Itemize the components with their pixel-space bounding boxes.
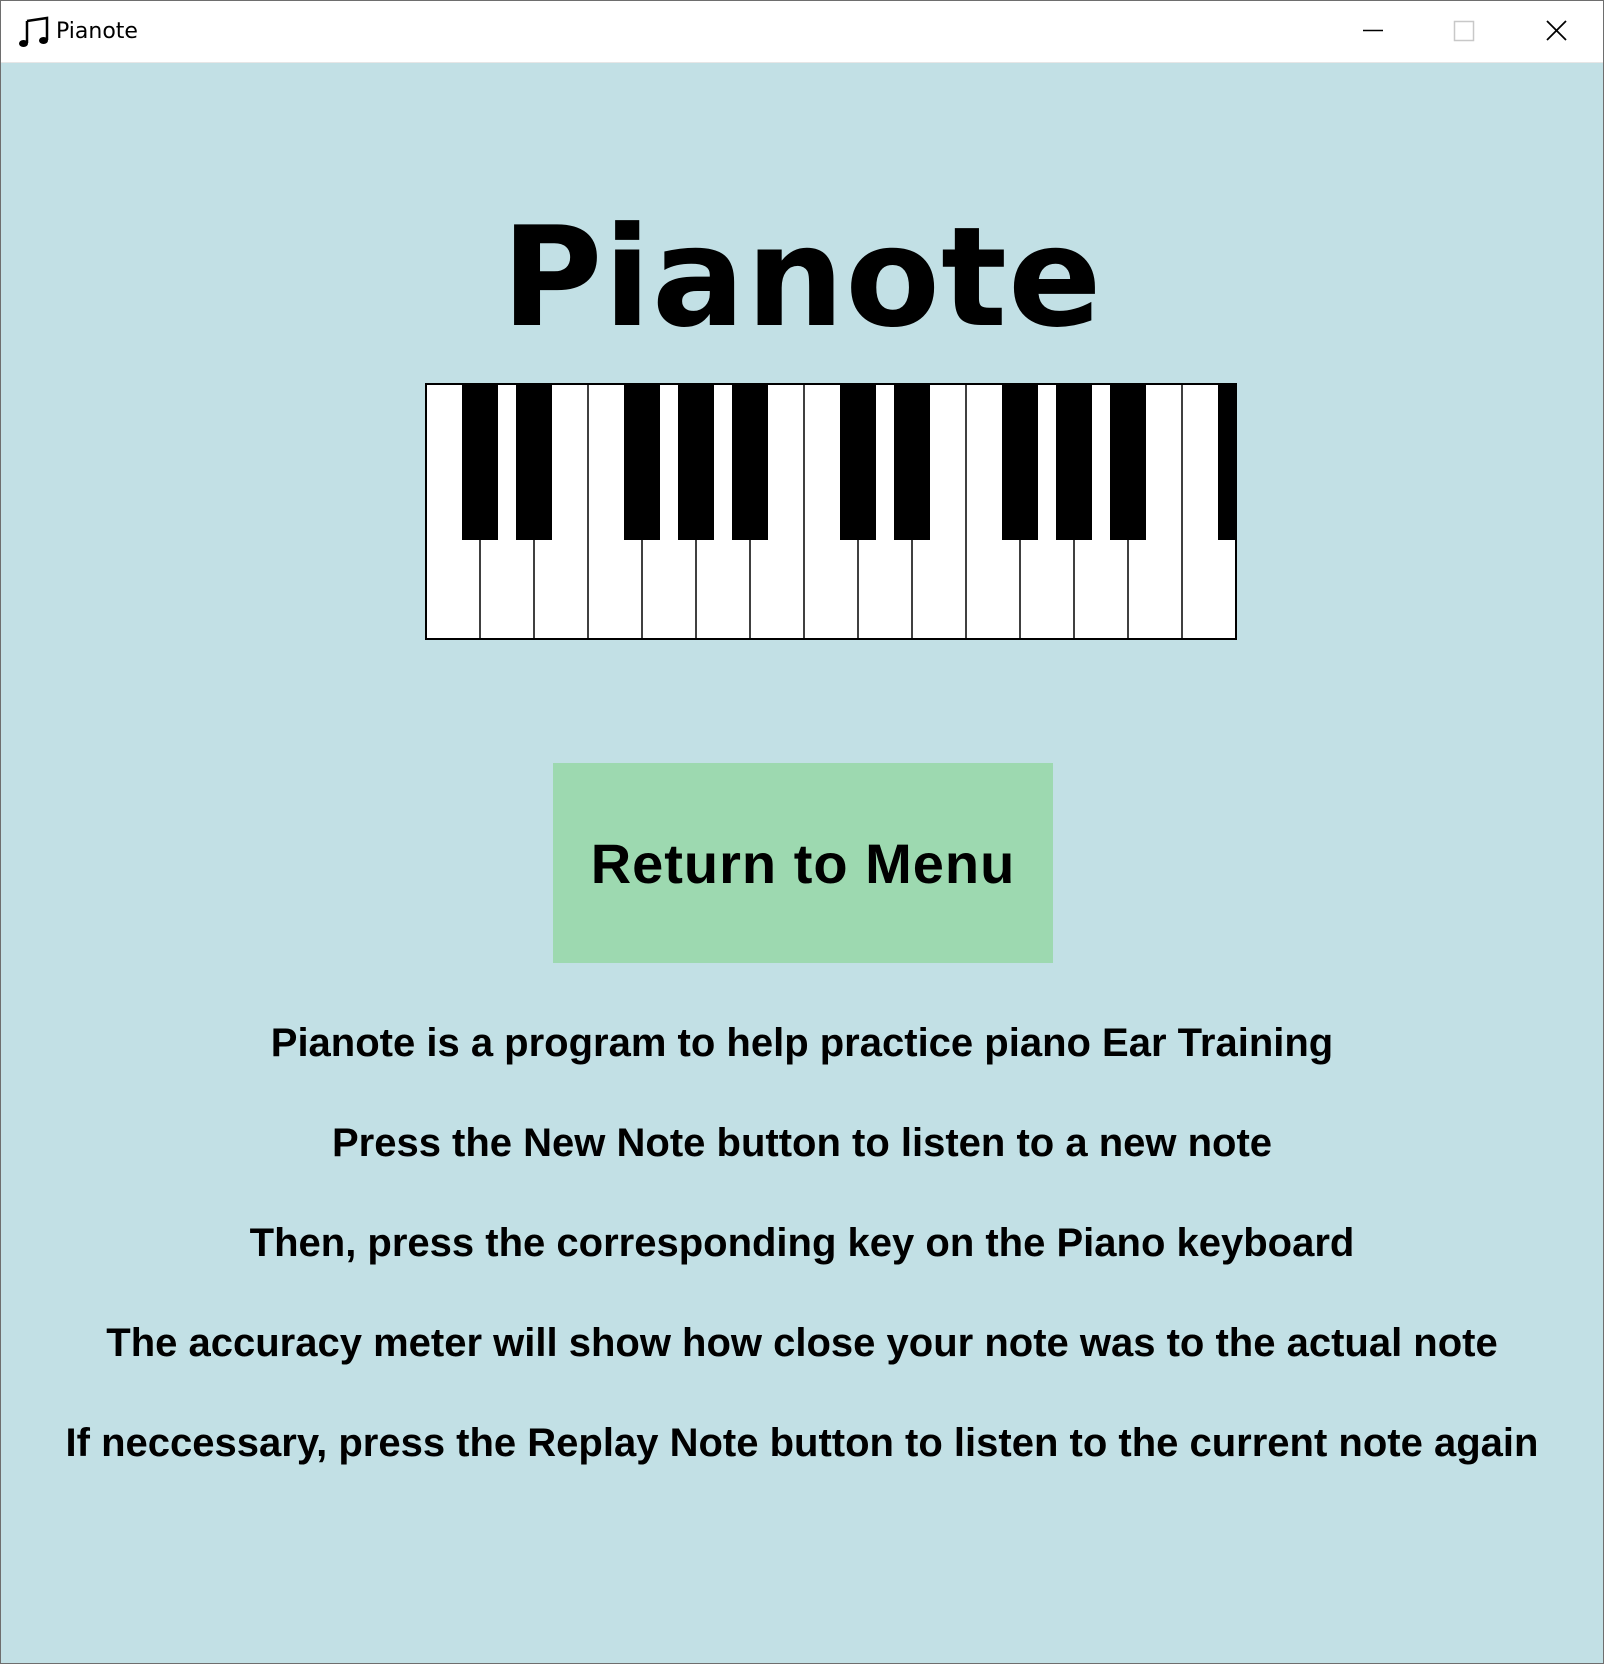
main-content: Pianote Return to Menu Pianote is a prog… xyxy=(1,63,1603,1663)
instruction-line: The accuracy meter will show how close y… xyxy=(106,1321,1498,1365)
minimize-button[interactable] xyxy=(1327,1,1419,61)
instruction-line: Then, press the corresponding key on the… xyxy=(249,1221,1355,1265)
close-icon xyxy=(1546,20,1567,41)
window-title: Pianote xyxy=(56,19,138,44)
black-key xyxy=(516,384,552,540)
black-key xyxy=(1218,384,1236,540)
close-button[interactable] xyxy=(1511,1,1603,61)
maximize-icon xyxy=(1453,20,1475,42)
maximize-button[interactable] xyxy=(1419,1,1511,61)
return-to-menu-button[interactable]: Return to Menu xyxy=(553,763,1053,963)
black-key xyxy=(894,384,930,540)
app-heading: Pianote xyxy=(501,197,1103,358)
black-key xyxy=(1002,384,1038,540)
instruction-line: Pianote is a program to help practice pi… xyxy=(270,1021,1334,1065)
return-to-menu-label: Return to Menu xyxy=(590,831,1016,895)
black-key xyxy=(1056,384,1092,540)
instruction-line: If neccessary, press the Replay Note but… xyxy=(65,1421,1539,1465)
black-key xyxy=(462,384,498,540)
piano-keyboard-illustration xyxy=(425,383,1237,640)
instruction-line: Press the New Note button to listen to a… xyxy=(331,1121,1273,1165)
black-key xyxy=(840,384,876,540)
title-bar[interactable]: Pianote xyxy=(1,1,1603,63)
instructions-list: Pianote is a program to help practice pi… xyxy=(1,993,1603,1493)
app-window: Pianote Pianote Return to Menu Pianote i… xyxy=(0,0,1604,1664)
black-key xyxy=(1110,384,1146,540)
music-note-icon xyxy=(17,15,51,49)
black-key xyxy=(732,384,768,540)
minimize-icon xyxy=(1363,29,1383,32)
black-key xyxy=(678,384,714,540)
black-key xyxy=(624,384,660,540)
